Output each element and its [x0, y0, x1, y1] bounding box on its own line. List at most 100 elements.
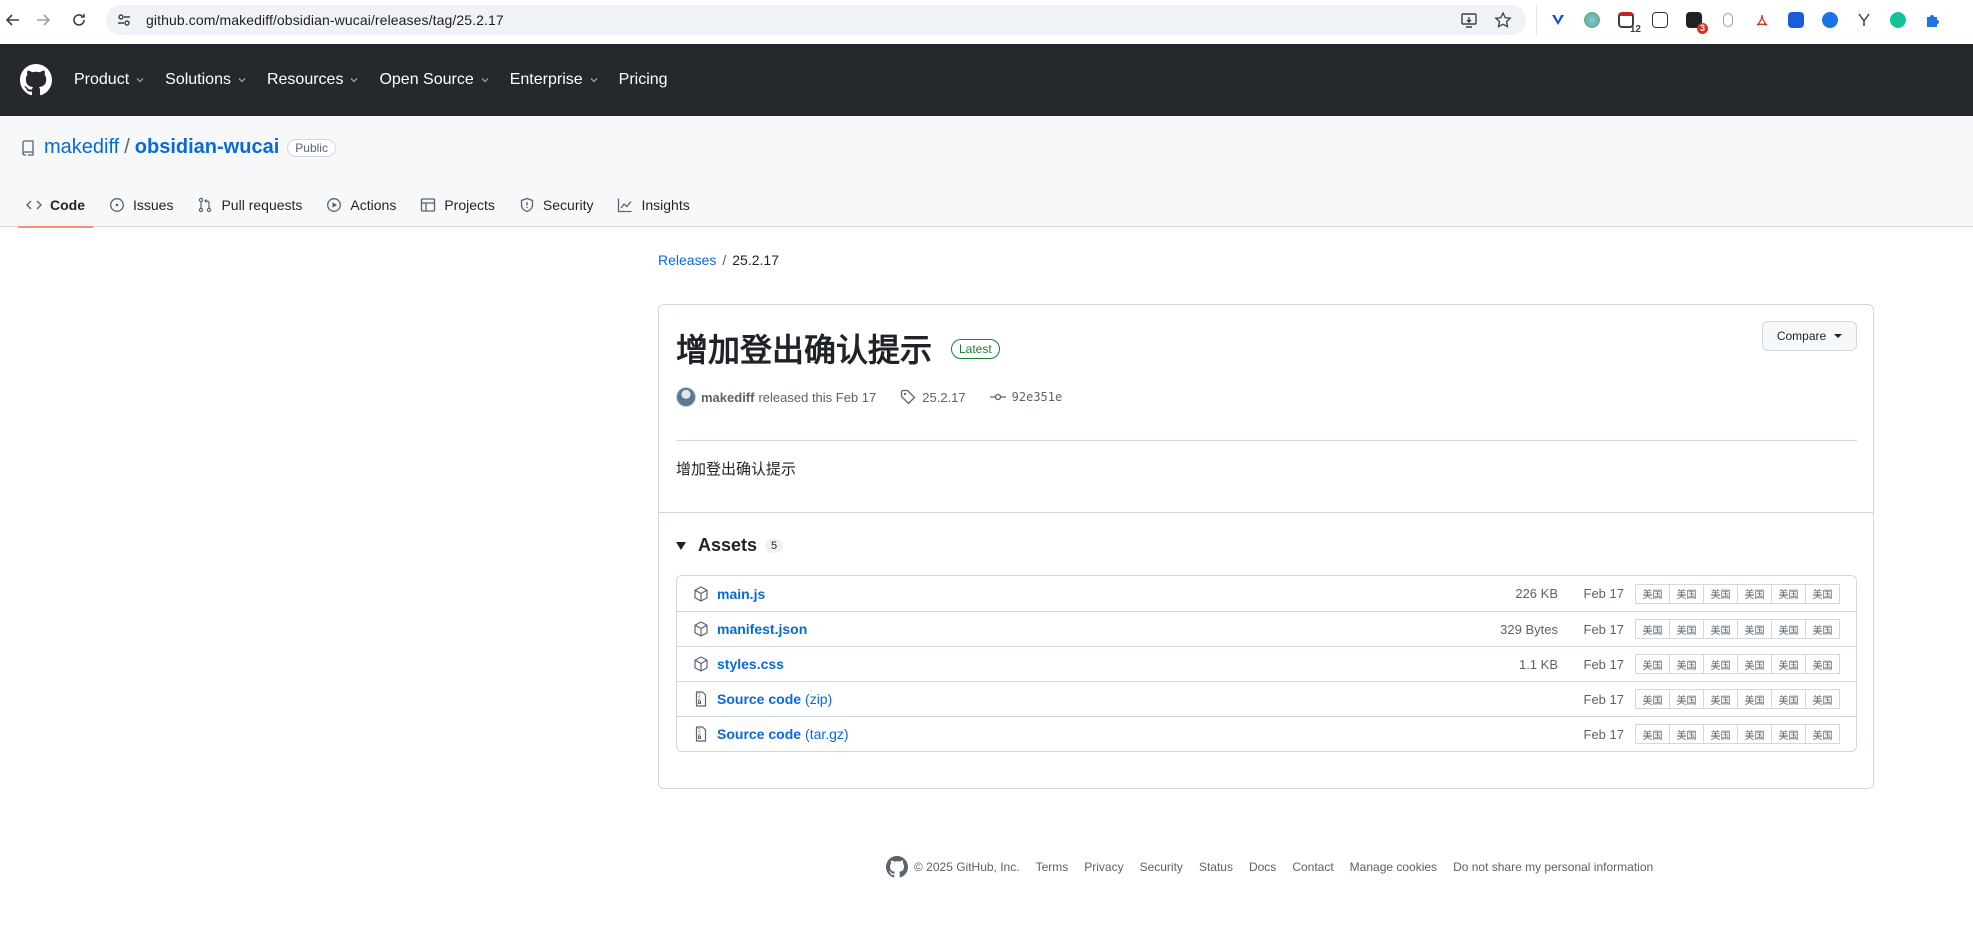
url-text[interactable]: github.com/makediff/obsidian-wucai/relea… [146, 12, 504, 28]
mirror-link[interactable]: 美国 [1771, 654, 1806, 674]
extension-calendar-icon[interactable]: 12 [1615, 9, 1641, 35]
repo-owner-link[interactable]: makediff [44, 136, 119, 159]
github-logo-icon[interactable] [886, 856, 908, 878]
tab-code[interactable]: Code [18, 182, 93, 228]
mirror-link[interactable]: 美国 [1703, 724, 1738, 744]
extension-pause-icon[interactable] [1819, 9, 1841, 31]
nav-pricing[interactable]: Pricing [619, 71, 668, 89]
footer-link-do-not-share[interactable]: Do not share my personal information [1453, 860, 1653, 874]
mirror-link[interactable]: 美国 [1703, 583, 1738, 604]
extension-v-icon[interactable] [1547, 9, 1569, 31]
nav-open-source[interactable]: Open Source [379, 71, 489, 89]
mirror-link[interactable]: 美国 [1703, 619, 1738, 639]
asset-link[interactable]: styles.css [717, 656, 784, 672]
mirror-link[interactable]: 美国 [1805, 654, 1840, 674]
footer-link-manage-cookies[interactable]: Manage cookies [1350, 860, 1437, 874]
footer-link-status[interactable]: Status [1199, 860, 1233, 874]
mirror-link[interactable]: 美国 [1635, 619, 1670, 639]
address-bar[interactable]: github.com/makediff/obsidian-wucai/relea… [106, 5, 1526, 35]
mirror-link[interactable]: 美国 [1635, 724, 1670, 744]
mirror-link[interactable]: 美国 [1737, 619, 1772, 639]
repo-name-link[interactable]: obsidian-wucai [135, 136, 279, 159]
assets-toggle[interactable]: Assets 5 [676, 535, 784, 556]
tab-projects[interactable]: Projects [412, 182, 503, 227]
mirror-link[interactable]: 美国 [1737, 724, 1772, 744]
mirror-link[interactable]: 美国 [1703, 654, 1738, 674]
github-header: Product Solutions Resources Open Source … [0, 44, 1973, 116]
extensions-puzzle-icon[interactable] [1921, 9, 1943, 31]
extension-globe-icon[interactable] [1581, 9, 1603, 31]
nav-product[interactable]: Product [74, 71, 145, 89]
mirror-link[interactable]: 美国 [1771, 724, 1806, 744]
tab-actions[interactable]: Actions [318, 182, 404, 227]
extension-mail-icon[interactable]: 3 [1683, 9, 1708, 34]
tab-label: Projects [444, 196, 495, 213]
commit-link[interactable]: 92e351e [989, 389, 1062, 405]
nav-resources[interactable]: Resources [267, 71, 359, 89]
mirror-link[interactable]: 美国 [1669, 619, 1704, 639]
release-title[interactable]: 增加登出确认提示 [676, 325, 932, 371]
mirror-link[interactable]: 美国 [1669, 689, 1704, 709]
asset-link[interactable]: Source code (tar.gz) [717, 726, 849, 742]
file-zip-icon [695, 691, 707, 707]
bookmark-star-icon[interactable] [1494, 11, 1512, 29]
mirror-link[interactable]: 美国 [1805, 689, 1840, 709]
forward-button[interactable] [30, 7, 56, 33]
tab-insights[interactable]: Insights [609, 182, 697, 227]
tab-security[interactable]: Security [511, 182, 602, 227]
back-button[interactable] [0, 7, 26, 33]
extension-grammarly-icon[interactable] [1887, 9, 1909, 31]
install-app-icon[interactable] [1460, 11, 1478, 29]
nav-label: Solutions [165, 71, 231, 88]
extension-notion-icon[interactable] [1649, 9, 1671, 31]
mirror-link[interactable]: 美国 [1805, 583, 1840, 604]
mirror-links: 美国 美国 美国 美国 美国 美国 [1635, 583, 1840, 604]
compare-button[interactable]: Compare [1762, 321, 1857, 351]
tab-issues[interactable]: Issues [101, 182, 181, 227]
mirror-link[interactable]: 美国 [1737, 583, 1772, 604]
author-link[interactable]: makediff [701, 390, 754, 405]
footer-link-security[interactable]: Security [1140, 860, 1183, 874]
extension-pdf-icon[interactable] [1751, 9, 1773, 31]
footer-link-contact[interactable]: Contact [1292, 860, 1333, 874]
github-logo-icon[interactable] [20, 64, 52, 96]
footer-link-privacy[interactable]: Privacy [1084, 860, 1123, 874]
mirror-link[interactable]: 美国 [1771, 619, 1806, 639]
mirror-link[interactable]: 美国 [1635, 689, 1670, 709]
tag-link[interactable]: 25.2.17 [900, 389, 966, 405]
asset-link[interactable]: Source code (zip) [717, 691, 832, 707]
mirror-link[interactable]: 美国 [1669, 654, 1704, 674]
reload-button[interactable] [66, 7, 92, 33]
extension-y-icon[interactable] [1853, 9, 1875, 31]
asset-link[interactable]: manifest.json [717, 621, 807, 637]
mirror-link[interactable]: 美国 [1703, 689, 1738, 709]
footer-link-terms[interactable]: Terms [1036, 860, 1069, 874]
git-commit-icon [989, 393, 1006, 401]
mirror-link[interactable]: 美国 [1771, 583, 1806, 604]
mirror-link[interactable]: 美国 [1805, 724, 1840, 744]
nav-enterprise[interactable]: Enterprise [510, 71, 599, 89]
package-icon [694, 656, 708, 672]
mirror-link[interactable]: 美国 [1737, 689, 1772, 709]
shield-icon [520, 197, 534, 212]
mirror-link[interactable]: 美国 [1635, 583, 1670, 604]
extension-bitwarden-icon[interactable] [1785, 9, 1807, 31]
mirror-link[interactable]: 美国 [1771, 689, 1806, 709]
extension-mouse-icon[interactable] [1717, 9, 1739, 31]
tab-pull-requests[interactable]: Pull requests [189, 182, 310, 227]
site-settings-icon[interactable] [116, 12, 132, 28]
mirror-link[interactable]: 美国 [1805, 619, 1840, 639]
asset-row: styles.css 1.1 KB Feb 17 美国 美国 美国 美国 美国 … [677, 646, 1856, 681]
released-text: released this Feb 17 [758, 389, 877, 405]
footer-link-docs[interactable]: Docs [1249, 860, 1276, 874]
extensions-bar: 12 3 [1536, 5, 1943, 35]
avatar[interactable] [676, 387, 696, 407]
asset-date: Feb 17 [1583, 656, 1624, 672]
breadcrumb-releases-link[interactable]: Releases [658, 252, 716, 268]
asset-link[interactable]: main.js [717, 586, 765, 602]
mirror-link[interactable]: 美国 [1669, 724, 1704, 744]
mirror-link[interactable]: 美国 [1669, 583, 1704, 604]
mirror-link[interactable]: 美国 [1737, 654, 1772, 674]
nav-solutions[interactable]: Solutions [165, 71, 247, 89]
mirror-link[interactable]: 美国 [1635, 654, 1670, 674]
